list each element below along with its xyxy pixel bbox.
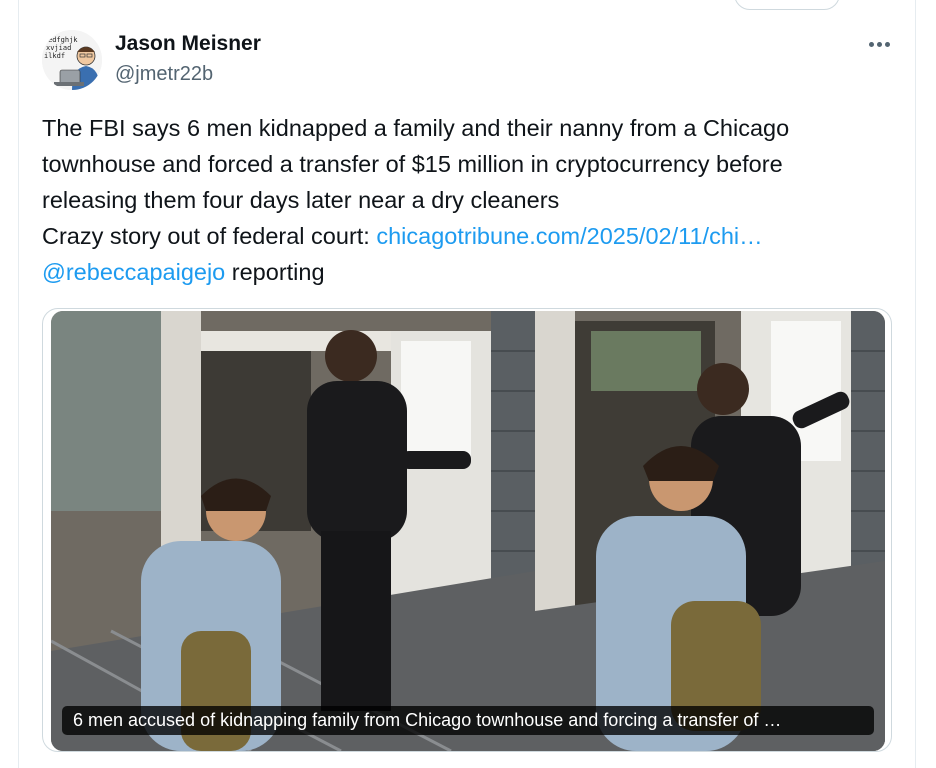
more-horizontal-icon-dot [884, 41, 890, 47]
avatar-cartoon: edfghjk xvjiad ilkdf [42, 30, 102, 90]
tweet-text-prefix: Crazy story out of federal court: [42, 223, 377, 249]
tweet-text-line: The FBI says 6 men kidnapped a family an… [42, 115, 790, 141]
preview-caption[interactable]: 6 men accused of kidnapping family from … [62, 706, 874, 735]
author-display-name[interactable]: Jason Meisner [115, 32, 261, 56]
more-horizontal-icon [868, 41, 874, 47]
doorbell-camera-image [51, 311, 885, 751]
svg-text:ilkdf: ilkdf [44, 52, 65, 60]
tweet-text: The FBI says 6 men kidnapped a family an… [42, 110, 902, 290]
tweet-text-line: Crazy story out of federal court: chicag… [42, 218, 902, 254]
mention-link[interactable]: @rebeccapaigejo [42, 259, 225, 285]
tweet-text-suffix: reporting [225, 259, 325, 285]
link-preview-card[interactable] [42, 308, 892, 752]
author-handle[interactable]: @jmetr22b [115, 62, 213, 86]
preview-image[interactable] [51, 311, 885, 751]
top-pill-button[interactable] [734, 0, 840, 10]
tweet-text-line: @rebeccapaigejo reporting [42, 254, 902, 290]
tweet-text-line: townhouse and forced a transfer of $15 m… [42, 151, 783, 177]
avatar[interactable]: edfghjk xvjiad ilkdf [42, 30, 102, 90]
article-link[interactable]: chicagotribune.com/2025/02/11/chi… [376, 223, 762, 249]
more-horizontal-icon-dot [876, 41, 882, 47]
svg-text:xvjiad: xvjiad [46, 44, 71, 52]
more-options-button[interactable] [862, 32, 896, 56]
svg-text:edfghjk: edfghjk [48, 36, 78, 44]
tweet-text-line: releasing them four days later near a dr… [42, 187, 560, 213]
